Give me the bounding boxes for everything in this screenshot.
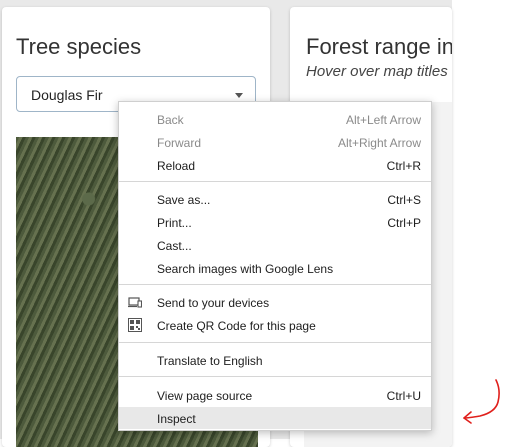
- species-select-value: Douglas Fir: [31, 87, 103, 103]
- menu-item-inspect[interactable]: Inspect: [119, 407, 431, 429]
- menu-item-back[interactable]: Back Alt+Left Arrow: [119, 108, 431, 130]
- menu-item-shortcut: Ctrl+U: [386, 389, 421, 403]
- menu-item-label: Cast...: [157, 239, 192, 253]
- menu-item-label: Create QR Code for this page: [157, 319, 316, 333]
- menu-item-forward[interactable]: Forward Alt+Right Arrow: [119, 131, 431, 153]
- menu-item-save-as[interactable]: Save as... Ctrl+S: [119, 188, 431, 210]
- menu-item-shortcut: Alt+Right Arrow: [337, 136, 421, 150]
- context-menu: Back Alt+Left Arrow Forward Alt+Right Ar…: [118, 101, 432, 431]
- menu-item-reload[interactable]: Reload Ctrl+R: [119, 154, 431, 176]
- menu-item-view-source[interactable]: View page source Ctrl+U: [119, 384, 431, 406]
- menu-separator: [119, 284, 431, 285]
- menu-item-cast[interactable]: Cast...: [119, 234, 431, 256]
- menu-item-label: Reload: [157, 159, 196, 173]
- menu-item-label: Back: [157, 113, 184, 127]
- menu-item-label: Send to your devices: [157, 296, 270, 310]
- menu-item-shortcut: Ctrl+R: [386, 159, 421, 173]
- forest-range-title: Forest range in: [306, 34, 452, 59]
- menu-item-label: Search images with Google Lens: [157, 262, 334, 276]
- menu-separator: [119, 342, 431, 343]
- chevron-down-icon: [235, 93, 243, 98]
- menu-separator: [119, 376, 431, 377]
- qr-code-icon: [128, 318, 142, 332]
- menu-item-translate[interactable]: Translate to English: [119, 349, 431, 371]
- menu-item-print[interactable]: Print... Ctrl+P: [119, 211, 431, 233]
- menu-separator: [119, 181, 431, 182]
- menu-item-label: Forward: [157, 136, 202, 150]
- menu-item-label: Inspect: [157, 412, 196, 426]
- menu-item-shortcut: Alt+Left Arrow: [345, 113, 421, 127]
- hand-drawn-arrow-icon: [463, 379, 500, 424]
- devices-icon: [128, 295, 143, 309]
- menu-item-google-lens[interactable]: Search images with Google Lens: [119, 257, 431, 279]
- menu-item-label: Save as...: [157, 193, 211, 207]
- menu-item-shortcut: Ctrl+S: [387, 193, 421, 207]
- menu-item-send-to-devices[interactable]: Send to your devices: [119, 291, 431, 313]
- menu-item-label: View page source: [157, 389, 253, 403]
- menu-item-label: Print...: [157, 216, 192, 230]
- menu-item-qr-code[interactable]: Create QR Code for this page: [119, 314, 431, 336]
- tree-species-title: Tree species: [16, 34, 142, 59]
- menu-item-shortcut: Ctrl+P: [387, 216, 421, 230]
- forest-range-subtitle: Hover over map titles: [306, 63, 448, 80]
- menu-item-label: Translate to English: [157, 354, 263, 368]
